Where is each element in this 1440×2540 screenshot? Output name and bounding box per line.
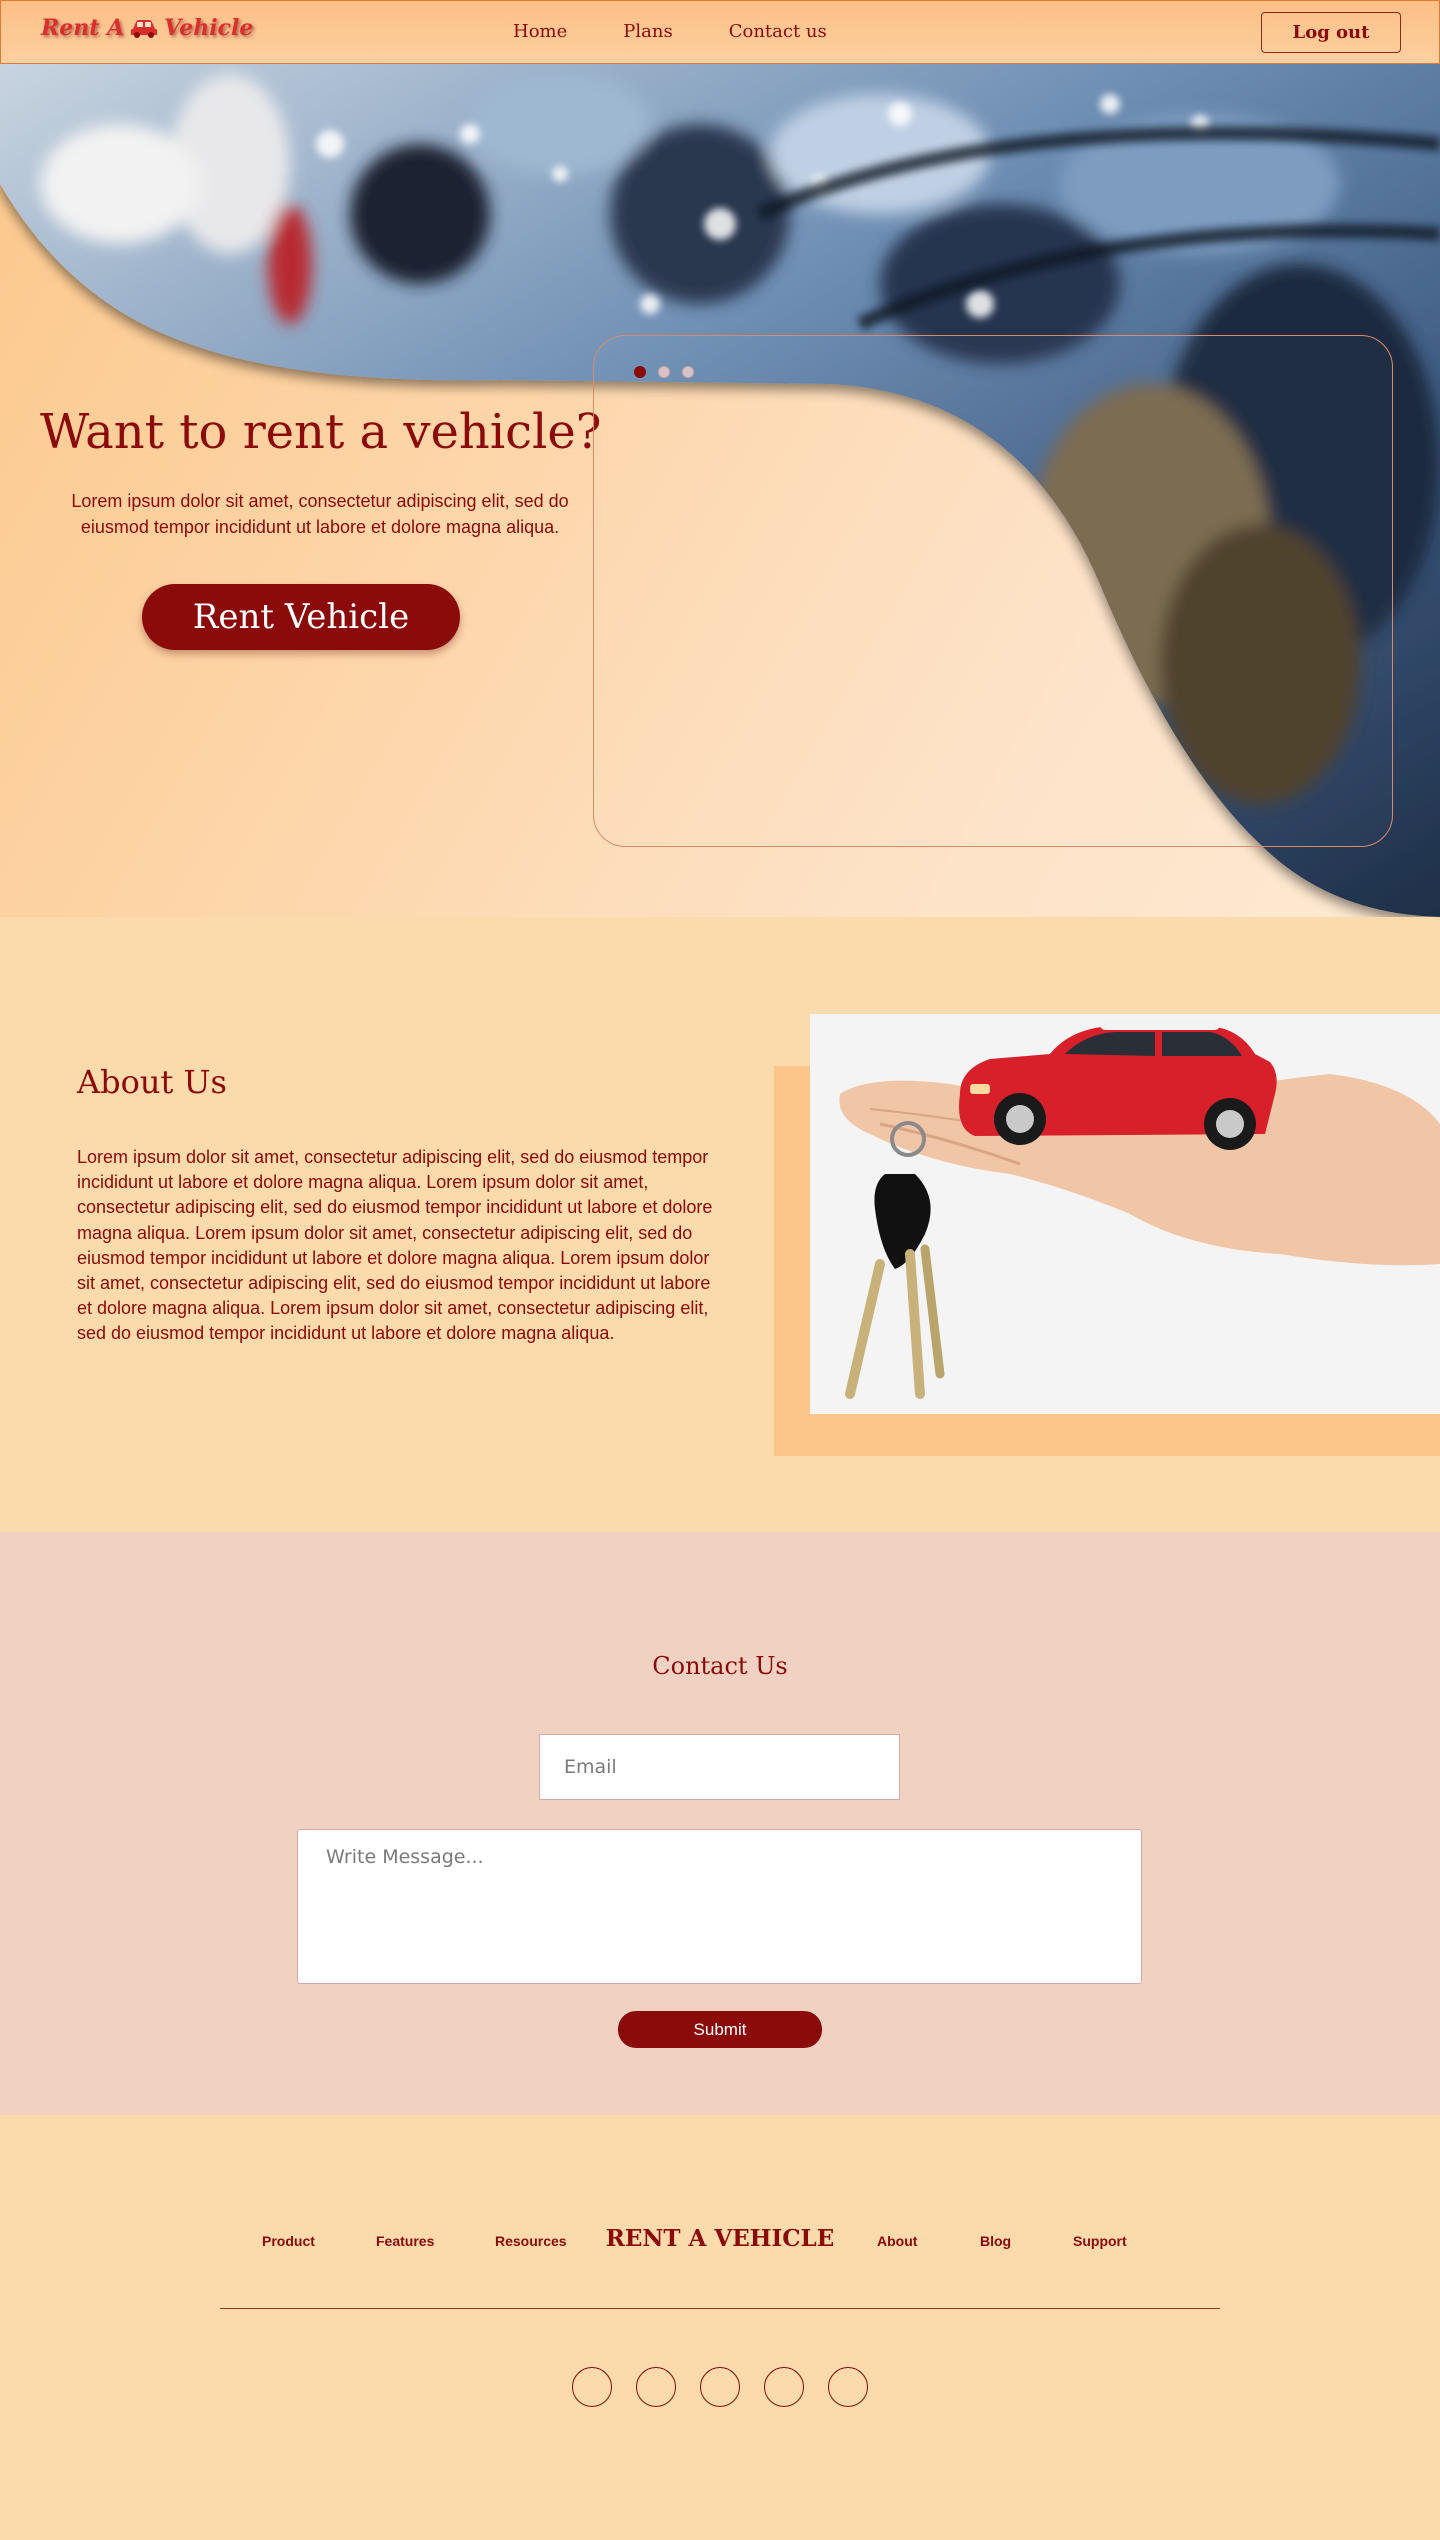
about-title: About Us: [77, 1063, 227, 1101]
footer: Product Features Resources RENT A VEHICL…: [0, 2115, 1440, 2540]
nav-plans-link[interactable]: Plans: [623, 21, 672, 42]
logout-button[interactable]: Log out: [1261, 12, 1401, 53]
about-section: About Us Lorem ipsum dolor sit amet, con…: [0, 917, 1440, 1532]
carousel-indicators: [634, 366, 694, 378]
car-keys-hand-image: [810, 1014, 1440, 1414]
footer-link-product[interactable]: Product: [262, 2233, 315, 2249]
carousel-dot-3[interactable]: [682, 366, 694, 378]
logo-text-right: Vehicle: [164, 15, 254, 41]
hero-carousel[interactable]: [593, 335, 1393, 847]
carousel-dot-2[interactable]: [658, 366, 670, 378]
social-icon-1[interactable]: [572, 2367, 612, 2407]
footer-link-support[interactable]: Support: [1073, 2233, 1127, 2249]
social-links: [572, 2367, 868, 2407]
hero-section: Want to rent a vehicle? Lorem ipsum dolo…: [0, 64, 1440, 917]
footer-brand: RENT A VEHICLE: [605, 2225, 835, 2252]
logo-text-left: Rent A: [41, 15, 125, 41]
footer-link-about[interactable]: About: [877, 2233, 917, 2249]
social-icon-4[interactable]: [764, 2367, 804, 2407]
car-icon: [131, 20, 158, 38]
social-icon-5[interactable]: [828, 2367, 868, 2407]
hero-title: Want to rent a vehicle?: [40, 404, 602, 460]
contact-title: Contact Us: [652, 1652, 788, 1680]
social-icon-3[interactable]: [700, 2367, 740, 2407]
main-nav: Home Plans Contact us: [513, 21, 883, 42]
social-icon-2[interactable]: [636, 2367, 676, 2407]
submit-button[interactable]: Submit: [618, 2011, 822, 2048]
contact-section: Contact Us Submit: [0, 1532, 1440, 2115]
rent-vehicle-button[interactable]: Rent Vehicle: [142, 584, 460, 650]
nav-contact-link[interactable]: Contact us: [729, 21, 827, 42]
footer-divider: [220, 2308, 1220, 2309]
nav-home-link[interactable]: Home: [513, 21, 567, 42]
carousel-dot-1[interactable]: [634, 366, 646, 378]
about-text: Lorem ipsum dolor sit amet, consectetur …: [77, 1147, 713, 1344]
email-field[interactable]: [539, 1734, 900, 1800]
logo[interactable]: Rent A Vehicle: [41, 15, 253, 41]
hero-description: Lorem ipsum dolor sit amet, consectetur …: [71, 491, 569, 537]
footer-link-blog[interactable]: Blog: [980, 2233, 1011, 2249]
footer-link-features[interactable]: Features: [376, 2233, 434, 2249]
navbar: Rent A Vehicle Home Plans Contact us Log…: [0, 0, 1440, 64]
message-field[interactable]: [297, 1829, 1142, 1984]
